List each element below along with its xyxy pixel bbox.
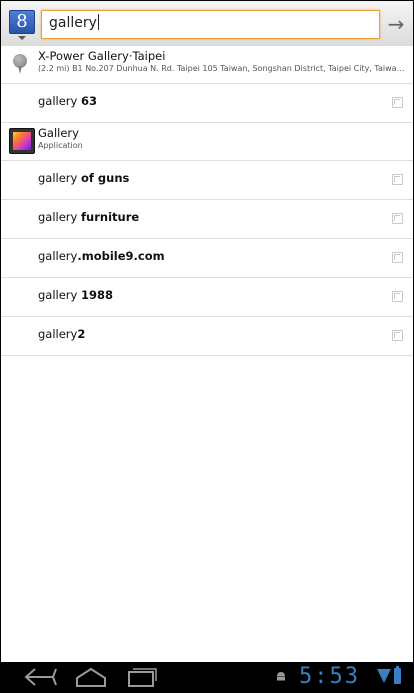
refine-arrow-icon[interactable] [392,97,403,108]
suggestion-prefix: gallery [38,171,82,185]
suggestion-completion: .mobile9.com [77,249,165,263]
suggestion-prefix: gallery [38,249,78,263]
suggestion-item[interactable]: gallery 63 [1,84,413,123]
map-pin-icon [13,54,27,74]
suggestion-prefix: gallery [38,94,82,108]
home-icon[interactable] [71,666,111,688]
gallery-app-icon [9,128,35,154]
search-input[interactable]: gallery [41,10,380,39]
suggestion-prefix: gallery [38,288,82,302]
suggestion-prefix: gallery [38,210,82,224]
suggestion-item[interactable]: gallery furniture [1,200,413,239]
recent-apps-icon[interactable] [121,666,161,688]
suggestion-subtitle: Application [38,141,83,150]
refine-arrow-icon[interactable] [392,291,403,302]
back-icon[interactable] [23,666,59,688]
suggestion-completion: of guns [81,171,130,185]
caret-down-icon [18,36,26,40]
go-arrow-button[interactable]: → [381,10,411,39]
screen: 8 gallery → X-Power Gallery·Taipei (2.2 … [0,0,414,693]
refine-arrow-icon[interactable] [392,252,403,263]
refine-arrow-icon[interactable] [392,213,403,224]
wifi-icon [377,669,391,683]
suggestion-completion: 2 [77,327,86,341]
suggestion-completion: 1988 [81,288,114,302]
suggestion-title: X-Power Gallery·Taipei [38,49,166,63]
suggestion-item[interactable]: gallery of guns [1,161,413,200]
suggestion-item[interactable]: gallery2 [1,317,413,356]
suggestion-completion: 63 [81,94,98,108]
clock[interactable]: 5:53 [299,664,360,690]
system-nav-bar: 5:53 [1,662,413,692]
google-logo-icon: 8 [9,10,35,34]
suggestion-prefix: gallery [38,327,78,341]
search-bar: 8 gallery → [1,1,413,47]
battery-icon [394,666,401,684]
search-query-text: gallery [49,15,97,31]
suggestion-subtitle: (2.2 mi) B1 No.207 Dunhua N. Rd. Taipei … [38,64,406,73]
suggestion-title: Gallery [38,126,79,140]
suggestion-place[interactable]: X-Power Gallery·Taipei (2.2 mi) B1 No.20… [1,46,413,84]
suggestions-list: X-Power Gallery·Taipei (2.2 mi) B1 No.20… [1,46,413,356]
search-source-selector[interactable]: 8 [9,10,35,42]
suggestion-item[interactable]: gallery.mobile9.com [1,239,413,278]
refine-arrow-icon[interactable] [392,330,403,341]
refine-arrow-icon[interactable] [392,174,403,185]
suggestion-completion: furniture [81,210,140,224]
text-cursor [97,14,99,30]
suggestion-app[interactable]: Gallery Application [1,123,413,161]
android-notification-icon [277,672,285,681]
suggestion-item[interactable]: gallery 1988 [1,278,413,317]
